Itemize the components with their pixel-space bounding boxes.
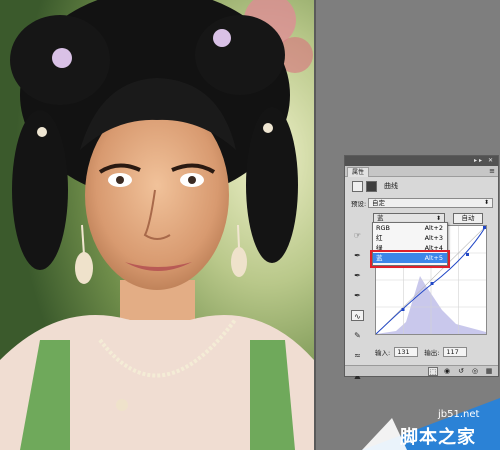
canvas-edge [314, 0, 316, 450]
on-image-adjust-icon[interactable]: ☞ [351, 230, 364, 241]
preset-row: 预设: 自定 ⬍ [351, 197, 493, 208]
trash-icon[interactable]: ▦ [484, 367, 494, 376]
watermark-site: jb51.net [438, 409, 480, 420]
menu-item-label: 红 [376, 234, 383, 242]
edit-points-curve-icon[interactable]: ∿ [351, 310, 364, 321]
menu-item-shortcut: Alt+3 [424, 234, 443, 242]
reset-icon[interactable]: ↺ [456, 367, 466, 376]
menu-item-red[interactable]: 红 Alt+3 [373, 233, 447, 243]
photoshop-workspace: ▸▸ ✕ 属性 ≡ 曲线 预设: 自定 ⬍ 蓝 ⬍ 自动 ☞ ✒ ✒ ✒ ∿ ✎… [0, 0, 500, 450]
panel-bottom-bar: ⬚ ◉ ↺ ◎ ▦ [345, 365, 498, 376]
curves-adjustment-icon[interactable] [352, 180, 363, 192]
preset-value: 自定 [372, 198, 385, 207]
panel-collapse-icon[interactable]: ▸▸ ✕ [474, 156, 495, 166]
clip-to-layer-icon[interactable]: ⬚ [428, 366, 438, 376]
tab-properties[interactable]: 属性 [347, 167, 370, 177]
menu-item-label: RGB [376, 224, 391, 232]
input-output-row: 输入: 131 输出: 117 [375, 346, 493, 358]
menu-item-rgb[interactable]: RGB Alt+2 [373, 223, 447, 233]
gray-point-eyedropper-icon[interactable]: ✒ [351, 270, 364, 281]
channel-value: 蓝 [377, 213, 384, 222]
panel-titlebar[interactable]: ▸▸ ✕ [345, 156, 498, 166]
input-label: 输入: [375, 349, 391, 357]
highlight-box [370, 250, 450, 268]
input-field[interactable]: 131 [394, 347, 419, 357]
output-label: 输出: [424, 349, 440, 357]
black-point-eyedropper-icon[interactable]: ✒ [351, 250, 364, 261]
preset-select[interactable]: 自定 ⬍ [368, 197, 493, 208]
curve-point[interactable] [483, 226, 486, 229]
pencil-draw-icon[interactable]: ✎ [351, 330, 364, 341]
curve-point[interactable] [430, 282, 434, 285]
adjustment-header: 曲线 [352, 180, 398, 192]
smooth-curve-icon[interactable]: ≈ [351, 350, 364, 361]
curve-point[interactable] [401, 308, 405, 311]
layer-mask-icon[interactable] [366, 180, 377, 192]
view-previous-icon[interactable]: ◉ [442, 367, 452, 376]
preset-label: 预设: [351, 199, 367, 208]
visibility-eye-icon[interactable]: ◎ [470, 367, 480, 376]
photo-illustration [0, 0, 314, 450]
auto-button[interactable]: 自动 [453, 212, 483, 224]
panel-menu-icon[interactable]: ≡ [489, 167, 495, 176]
menu-item-shortcut: Alt+2 [424, 224, 443, 232]
adjustment-title: 曲线 [384, 182, 398, 190]
curve-point[interactable] [466, 253, 469, 256]
watermark-text: 脚本之家 [400, 427, 476, 448]
canvas-photo[interactable] [0, 0, 314, 450]
panel-tab-row: 属性 ≡ [345, 166, 498, 177]
output-field[interactable]: 117 [443, 347, 468, 357]
white-point-eyedropper-icon[interactable]: ✒ [351, 290, 364, 301]
chevron-down-icon: ⬍ [483, 198, 489, 206]
